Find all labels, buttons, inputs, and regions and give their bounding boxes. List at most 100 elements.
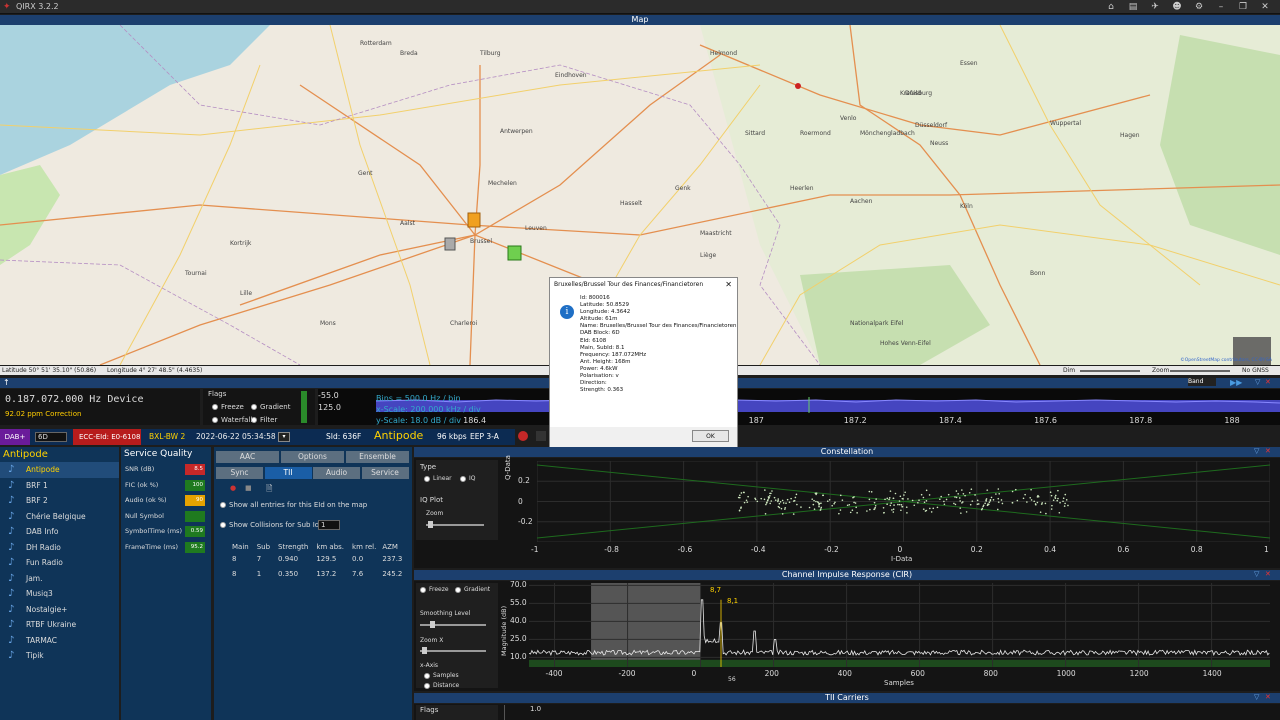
show-all-option[interactable]: Show all entries for this EId on the map: [220, 501, 367, 509]
file-icon[interactable]: 🗎: [266, 483, 272, 497]
constellation-dock-icon[interactable]: ▽: [1254, 447, 1259, 455]
dock-icon[interactable]: ▽: [1255, 378, 1260, 386]
filter-option[interactable]: Filter: [251, 416, 277, 424]
channel-select[interactable]: 6D: [35, 432, 67, 442]
map-icon[interactable]: ▤: [1125, 1, 1141, 13]
filter-label: Filter: [260, 416, 278, 424]
tab-row-top: AAC Options Ensemble: [216, 451, 410, 463]
station-item[interactable]: ♪ DH Radio: [0, 540, 119, 556]
samples-option[interactable]: Samples: [424, 672, 459, 679]
band-select[interactable]: Band: [1188, 378, 1216, 386]
pin-icon[interactable]: ↑: [3, 378, 10, 387]
map-attribution[interactable]: ©OpenStreetMap contributors, CC-BY-SA: [1180, 358, 1272, 363]
zoom-slider[interactable]: [1170, 370, 1230, 372]
tii-column-header: Main: [232, 543, 249, 551]
record-button[interactable]: [518, 431, 528, 441]
cir-close-icon[interactable]: ✕: [1265, 570, 1271, 578]
station-item[interactable]: ♪ BRF 1: [0, 478, 119, 494]
constellation-point: [1036, 501, 1039, 504]
cir-freeze-radio[interactable]: [420, 586, 426, 593]
station-item[interactable]: ♪ Antipode: [0, 462, 119, 478]
tii-dock-icon[interactable]: ▽: [1254, 693, 1259, 701]
waterfall-radio[interactable]: [212, 417, 218, 423]
quality-value: [185, 510, 205, 522]
distance-option[interactable]: Distance: [424, 682, 459, 689]
dab-mode-badge[interactable]: DAB+: [0, 429, 30, 445]
constellation-zoom-slider[interactable]: [426, 521, 484, 528]
constellation-point: [985, 498, 988, 500]
satellite-icon[interactable]: ✈: [1147, 1, 1163, 13]
constellation-point: [954, 496, 956, 498]
constellation-point: [738, 494, 741, 497]
minimize-button[interactable]: –: [1213, 1, 1229, 13]
stop-tii-icon[interactable]: ■: [245, 484, 252, 492]
station-item[interactable]: ♪ DAB Info: [0, 524, 119, 540]
sub-id-select[interactable]: 1: [318, 520, 340, 530]
cir-freeze-option[interactable]: Freeze: [420, 586, 449, 593]
constellation-x-tick: -0.4: [750, 545, 766, 554]
gradient-radio[interactable]: [251, 404, 257, 410]
tii-row[interactable]: 8 1 0.350 137.2 7.6 245.2: [218, 566, 404, 581]
freeze-radio[interactable]: [212, 404, 218, 410]
station-item[interactable]: ♪ Nostalgie+: [0, 602, 119, 618]
freeze-option[interactable]: Freeze: [212, 403, 244, 411]
music-note-icon: ♪: [8, 650, 15, 661]
constellation-close-icon[interactable]: ✕: [1265, 447, 1271, 455]
station-item[interactable]: ♪ RTBF Ukraine: [0, 617, 119, 633]
ok-button[interactable]: OK: [692, 430, 729, 442]
tii-close-icon[interactable]: ✕: [1265, 693, 1271, 701]
show-collisions-option[interactable]: Show Collisions for Sub Id: [220, 521, 319, 529]
show-collisions-radio[interactable]: [220, 522, 226, 528]
samples-radio[interactable]: [424, 672, 430, 679]
maximize-button[interactable]: ❐: [1235, 1, 1251, 13]
iq-radio[interactable]: [460, 475, 466, 482]
linear-option[interactable]: Linear: [424, 475, 452, 482]
constellation-point: [1057, 489, 1059, 492]
home-icon[interactable]: ⌂: [1103, 1, 1119, 13]
stop-button[interactable]: [536, 431, 546, 441]
filter-radio[interactable]: [251, 417, 257, 423]
tab-service[interactable]: Service: [361, 467, 409, 479]
dim-slider[interactable]: [1080, 370, 1140, 372]
play-icon[interactable]: ▶▶: [1230, 378, 1242, 387]
iq-option[interactable]: IQ: [460, 475, 476, 482]
zoomx-slider[interactable]: [420, 647, 486, 654]
record-tii-icon[interactable]: ●: [230, 484, 236, 492]
user-icon[interactable]: ☻: [1169, 1, 1185, 13]
cir-gradient-radio[interactable]: [455, 586, 461, 593]
gradient-option[interactable]: Gradient: [251, 403, 290, 411]
waterfall-option[interactable]: Waterfall: [212, 416, 252, 424]
constellation-point: [888, 497, 891, 499]
slider-knob[interactable]: [428, 521, 433, 528]
tab-options[interactable]: Options: [281, 451, 344, 463]
smoothing-knob[interactable]: [430, 621, 435, 628]
tab-sync[interactable]: Sync: [216, 467, 263, 479]
smoothing-slider[interactable]: [420, 621, 486, 628]
close-button[interactable]: ✕: [1257, 1, 1273, 13]
station-item[interactable]: ♪ Musiq3: [0, 586, 119, 602]
tab-tii[interactable]: TII: [264, 467, 312, 479]
settings-icon[interactable]: ⚙: [1191, 1, 1207, 13]
station-item[interactable]: ♪ BRF 2: [0, 493, 119, 509]
linear-radio[interactable]: [424, 475, 430, 482]
station-item[interactable]: ♪ Fun Radio: [0, 555, 119, 571]
cir-dock-icon[interactable]: ▽: [1254, 570, 1259, 578]
tab-aac[interactable]: AAC: [216, 451, 279, 463]
cir-gradient-option[interactable]: Gradient: [455, 586, 490, 593]
constellation-point: [851, 509, 854, 512]
station-item[interactable]: ♪ Tipik: [0, 648, 119, 664]
dialog-close-icon[interactable]: ✕: [725, 280, 732, 289]
station-item[interactable]: ♪ Chérie Belgique: [0, 509, 119, 525]
zoomx-knob[interactable]: [422, 647, 427, 654]
tii-cell: 8: [232, 554, 237, 563]
distance-radio[interactable]: [424, 682, 430, 689]
constellation-point: [853, 496, 855, 498]
tii-row[interactable]: 8 7 0.940 129.5 0.0 237.3: [218, 551, 404, 566]
station-item[interactable]: ♪ Jam.: [0, 571, 119, 587]
tab-audio[interactable]: Audio: [313, 467, 360, 479]
datetime-dropdown[interactable]: ▾: [278, 432, 290, 442]
show-all-radio[interactable]: [220, 502, 226, 508]
station-item[interactable]: ♪ TARMAC: [0, 633, 119, 649]
close-panel-icon[interactable]: ✕: [1265, 378, 1271, 386]
tab-ensemble[interactable]: Ensemble: [346, 451, 409, 463]
